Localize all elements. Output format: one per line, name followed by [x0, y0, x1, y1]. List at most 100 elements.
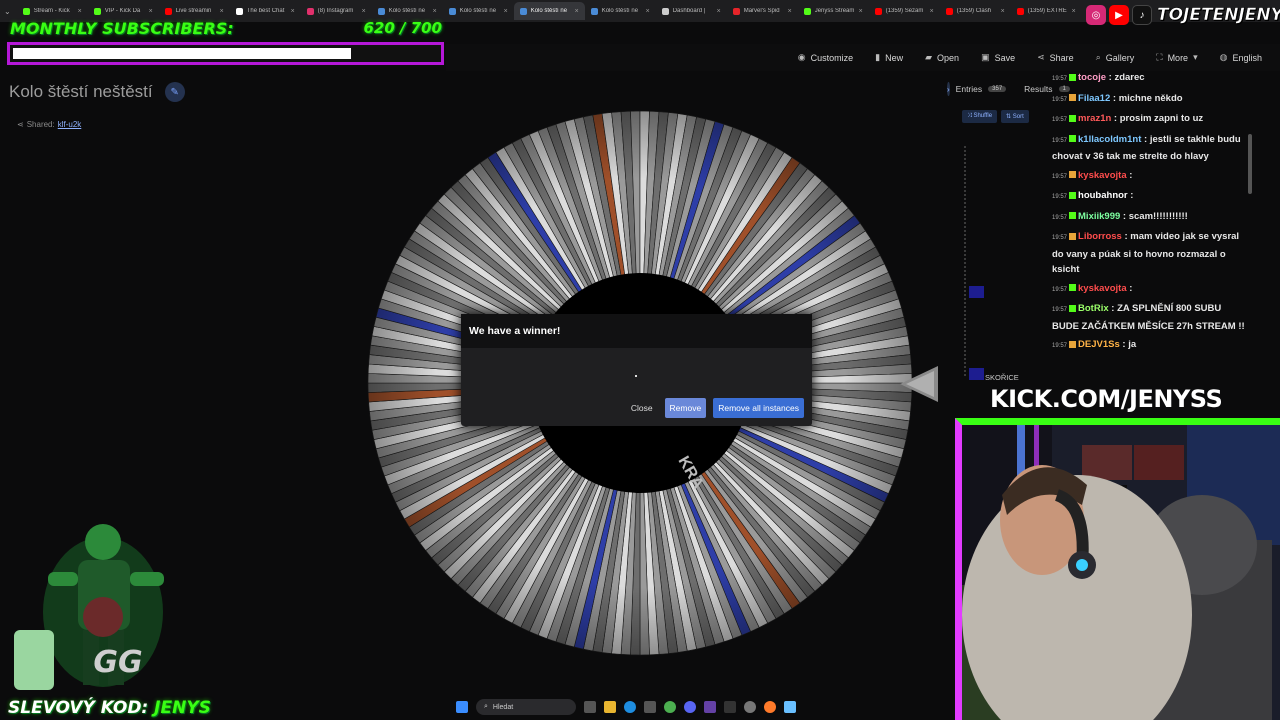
close-tab-icon[interactable]: × — [433, 8, 437, 15]
tab-favicon-icon — [306, 7, 314, 15]
chat-overlay: 19:57 tocoje : zdarec 19:57 Filaa12 : michn… — [1052, 70, 1247, 360]
new-button[interactable]: ▮ New — [875, 52, 903, 63]
close-tab-icon[interactable]: × — [291, 8, 295, 15]
remove-all-button[interactable]: Remove all instances — [713, 398, 804, 418]
chat-separator: : — [1121, 231, 1131, 242]
customize-label: Customize — [810, 52, 854, 63]
close-tab-icon[interactable]: × — [646, 8, 650, 15]
taskbar: ⌕ Hledat — [456, 699, 796, 715]
share-button[interactable]: ⋖ Share — [1037, 52, 1074, 63]
chat-username[interactable]: Filaa12 — [1078, 93, 1110, 104]
chat-username[interactable]: houbahnor — [1078, 190, 1128, 201]
chat-username[interactable]: kyskavojta — [1078, 170, 1127, 181]
settings-icon[interactable] — [644, 701, 656, 713]
save-button[interactable]: ▣ Save — [981, 52, 1015, 63]
chat-separator: : — [1120, 210, 1129, 222]
browser-tab[interactable]: Marvel's Spid × — [727, 2, 798, 20]
chat-username[interactable]: mraz1n — [1078, 113, 1111, 124]
obs-icon[interactable] — [744, 701, 756, 713]
browser-tab[interactable]: Kolo štěstí ne × — [513, 2, 585, 20]
taskbar-search[interactable]: ⌕ Hledat — [476, 699, 576, 715]
chat-timestamp: 19:57 — [1052, 214, 1068, 221]
edge-icon[interactable] — [624, 701, 636, 713]
browser-tab[interactable]: Jenyss Stream × — [798, 2, 869, 20]
chat-username[interactable]: k1llacoldm1nt — [1078, 134, 1141, 145]
browser-icon[interactable] — [764, 701, 776, 713]
close-tab-icon[interactable]: × — [504, 8, 508, 15]
more-button[interactable]: ⛶ More ▾ — [1156, 52, 1197, 63]
edit-title-button[interactable]: ✎ — [164, 82, 185, 102]
wheel-title: Kolo štěstí neštěstí ✎ — [9, 82, 185, 102]
task-view-icon[interactable] — [584, 701, 596, 713]
chat-timestamp: 19:57 — [1052, 173, 1068, 180]
globe-icon: ◍ — [1219, 52, 1228, 62]
sponsor-artwork: GG — [14, 524, 164, 690]
close-tab-icon[interactable]: × — [149, 8, 153, 15]
close-button[interactable]: Close — [626, 398, 658, 418]
browser-tab[interactable]: (1359) Clash × — [940, 2, 1011, 20]
chat-username[interactable]: DEJV1Ss — [1078, 339, 1120, 350]
open-label: Open — [937, 52, 960, 63]
discord-icon[interactable] — [684, 701, 696, 713]
stream-screen: ⌄ Stream - Kick × VIP - Kick Da × Live stream… — [0, 0, 1280, 720]
remove-button[interactable]: Remove — [664, 398, 707, 418]
notepad-icon[interactable] — [784, 701, 796, 713]
chat-username[interactable]: kyskavojta — [1078, 283, 1127, 294]
sort-icon: ⇅ — [1006, 114, 1013, 120]
close-tab-icon[interactable]: × — [859, 8, 863, 15]
sort-button[interactable]: ⇅ Sort — [1001, 110, 1029, 123]
tab-entries[interactable]: Entries — [956, 84, 982, 94]
kick-url-text: KICK.COM/JENYSS — [990, 385, 1223, 413]
tab-label: Marvel's Spid — [743, 8, 780, 14]
save-icon: ▣ — [981, 52, 990, 62]
tab-label: The best Chat — [246, 8, 285, 14]
close-tab-icon[interactable]: × — [930, 8, 934, 15]
chat-message: 19:57 kyskavojta : — [1052, 168, 1247, 186]
close-tab-icon[interactable]: × — [717, 8, 721, 15]
close-tab-icon[interactable]: × — [788, 8, 792, 15]
tab-results[interactable]: Results — [1024, 84, 1052, 94]
browser-tab[interactable]: (1359) Sezam × — [869, 2, 940, 20]
chat-timestamp: 19:57 — [1052, 343, 1068, 349]
webcam-image — [962, 425, 1280, 720]
tab-favicon-icon — [235, 7, 243, 15]
chat-username[interactable]: BotRix — [1078, 303, 1109, 314]
chat-text: michne někdo — [1118, 92, 1183, 104]
gallery-button[interactable]: ⌕ Gallery — [1096, 52, 1135, 63]
promo-label: SLEVOVÝ KOD: — [8, 698, 149, 718]
browser-tab[interactable]: Dashboard | × — [656, 2, 727, 20]
close-tab-icon[interactable]: × — [78, 8, 82, 15]
chat-username[interactable]: Liborross — [1078, 231, 1122, 242]
terminal-icon[interactable] — [724, 701, 736, 713]
tab-search-icon[interactable]: ⌄ — [4, 7, 11, 16]
close-tab-icon[interactable]: × — [575, 8, 579, 15]
chat-timestamp: 19:57 — [1052, 307, 1068, 313]
close-tab-icon[interactable]: × — [1001, 8, 1005, 15]
open-button[interactable]: ▰ Open — [925, 52, 959, 63]
language-button[interactable]: ◍ English — [1220, 52, 1262, 63]
customize-button[interactable]: ◉ Customize — [798, 52, 853, 63]
chat-scrollbar[interactable] — [1248, 134, 1252, 194]
windows-start-icon[interactable] — [456, 701, 468, 713]
close-tab-icon[interactable]: × — [362, 8, 366, 15]
winner-text — [635, 375, 637, 377]
badge-icon — [1069, 191, 1077, 199]
shuffle-button[interactable]: ⤨ Shuffle — [962, 110, 998, 123]
tab-label: Kolo štěstí ne — [601, 8, 639, 14]
entries-list[interactable] — [964, 146, 970, 376]
close-tab-icon[interactable]: × — [220, 8, 224, 15]
chat-username[interactable]: tocoje — [1078, 72, 1106, 83]
browser-tab[interactable]: (1359) EXTRE × — [1011, 2, 1082, 20]
shared-link[interactable]: klf-u2k — [58, 120, 82, 129]
tab-label: Kolo štěstí ne — [530, 8, 568, 14]
app-icon[interactable] — [704, 701, 716, 713]
chat-username[interactable]: Mixiik999 — [1078, 211, 1120, 222]
collapse-panel-icon[interactable]: › — [947, 82, 950, 96]
chrome-icon[interactable] — [664, 701, 676, 713]
browser-tab[interactable]: Kolo štěstí ne × — [585, 2, 656, 20]
save-label: Save — [994, 52, 1016, 63]
file-explorer-icon[interactable] — [604, 701, 616, 713]
shuffle-label: Shuffle — [973, 113, 993, 119]
chat-timestamp: 19:57 — [1052, 235, 1068, 241]
close-tab-icon[interactable]: × — [1072, 8, 1076, 15]
